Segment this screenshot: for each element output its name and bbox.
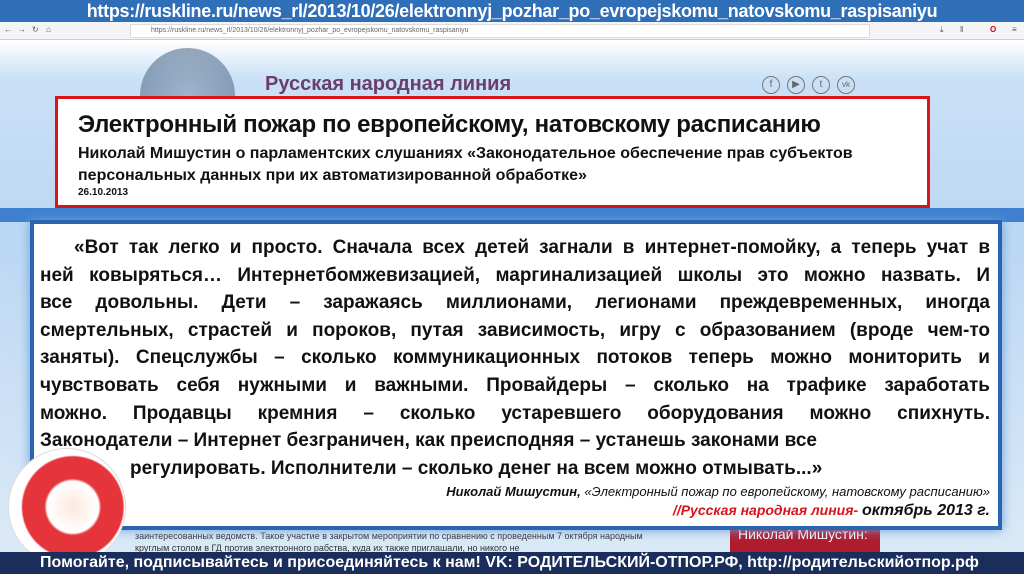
quote-box: «Вот так легко и просто. Сначала всех де…: [30, 220, 1002, 530]
quote-author: Николай Мишустин,: [446, 484, 581, 500]
site-title[interactable]: Русская народная линия: [265, 73, 511, 96]
quote-source: //Русская народная линия- октябрь 2013 г…: [40, 502, 990, 520]
quote-line: заняты). Спецслужбы – сколько коммуникац…: [40, 347, 990, 369]
home-icon[interactable]: ⌂: [46, 25, 51, 34]
article-header: Электронный пожар по европейскому, натов…: [55, 96, 930, 208]
quote-work: «Электронный пожар по европейскому, нато…: [584, 484, 990, 500]
quote-line: чувствовать себя нужными и важными. Пров…: [40, 374, 990, 396]
facebook-icon[interactable]: f: [762, 76, 780, 94]
library-icon[interactable]: ‖: [960, 25, 963, 34]
back-icon[interactable]: ←: [4, 25, 12, 34]
article-title: Электронный пожар по европейскому, натов…: [78, 111, 821, 138]
quote-line: «Вот так легко и просто. Сначала всех де…: [74, 237, 990, 258]
reload-icon[interactable]: ↻: [32, 25, 39, 34]
quote-attribution: Николай Мишустин, «Электронный пожар по …: [40, 484, 990, 499]
quote-line: можно. Продавцы кремния – сколько устаре…: [40, 402, 990, 424]
footer-banner: Помогайте, подписывайтесь и присоединяйт…: [0, 552, 1024, 574]
quote-line: все довольны. Дети – заражаясь миллионам…: [40, 292, 990, 314]
side-author-box: Николай Мишустин:: [730, 527, 880, 554]
vk-icon[interactable]: vk: [837, 76, 855, 94]
article-date: 26.10.2013: [78, 187, 129, 198]
quote-line: смертельных, страстей и пороков, путая з…: [40, 319, 990, 341]
forward-icon[interactable]: →: [18, 25, 26, 34]
background-article-text: заинтересованных ведомств. Такое участие…: [135, 531, 643, 553]
quote-line: регулировать. Исполнители – сколько дене…: [130, 457, 823, 479]
parent-resistance-logo: [8, 448, 126, 566]
source-name: //Русская народная линия-: [672, 502, 859, 519]
quote-line: ней ковыряться… Интернетбомжевизацией, м…: [40, 264, 990, 286]
menu-icon[interactable]: ≡: [1012, 25, 1017, 34]
youtube-icon[interactable]: ▶: [787, 76, 805, 94]
quote-line: Законодатели – Интернет безграничен, как…: [40, 430, 817, 452]
browser-toolbar: ← → ↻ ⌂ https://ruskline.ru/news_rl/2013…: [0, 22, 1024, 40]
address-bar[interactable]: https://ruskline.ru/news_rl/2013/10/26/e…: [130, 24, 870, 38]
twitter-icon[interactable]: t: [812, 76, 830, 94]
opera-icon[interactable]: O: [990, 25, 996, 34]
source-month: октябрь 2013 г.: [862, 502, 990, 520]
download-icon[interactable]: ⤓: [940, 25, 944, 35]
article-subtitle: Николай Мишустин о парламентских слушани…: [78, 145, 853, 184]
url-banner: https://ruskline.ru/news_rl/2013/10/26/e…: [0, 0, 1024, 22]
